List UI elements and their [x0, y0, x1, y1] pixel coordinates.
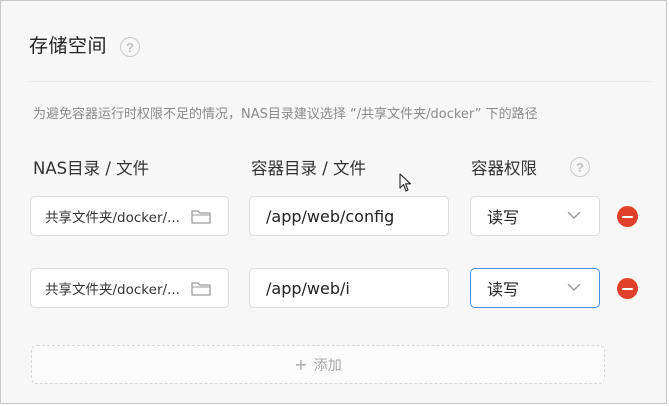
- column-header-nas: NAS目录 / 文件: [33, 159, 150, 178]
- add-label: 添加: [313, 357, 342, 374]
- section-title: 存储空间: [29, 35, 108, 57]
- nas-path-value: 共享文件夹/docker/...: [45, 210, 180, 226]
- permission-value: 读写: [487, 208, 520, 227]
- container-path-value: /app/web/config: [266, 206, 395, 226]
- mouse-pointer-icon: [399, 173, 412, 192]
- remove-row-button[interactable]: [617, 278, 638, 299]
- nas-path-value: 共享文件夹/docker/...: [45, 282, 180, 298]
- column-header-container: 容器目录 / 文件: [251, 159, 367, 178]
- hint-text: 为避免容器运行时权限不足的情况，NAS目录建议选择 “/共享文件夹/docker…: [33, 107, 538, 122]
- folder-icon[interactable]: [191, 209, 211, 224]
- chevron-down-icon: [567, 283, 581, 291]
- nas-path-field[interactable]: 共享文件夹/docker/...: [30, 268, 229, 308]
- question-circle-icon[interactable]: ?: [120, 37, 140, 57]
- divider: [29, 81, 651, 82]
- container-path-input[interactable]: /app/web/config: [249, 196, 449, 236]
- plus-icon: +: [294, 355, 308, 374]
- permission-select[interactable]: 读写: [470, 268, 600, 308]
- folder-icon[interactable]: [191, 281, 211, 296]
- nas-path-field[interactable]: 共享文件夹/docker/...: [30, 196, 229, 236]
- add-mapping-button[interactable]: + 添加: [31, 345, 605, 384]
- minus-circle-icon: [622, 215, 633, 218]
- column-header-permission: 容器权限: [471, 159, 537, 178]
- storage-panel: 存储空间 ? 为避免容器运行时权限不足的情况，NAS目录建议选择 “/共享文件夹…: [0, 0, 667, 404]
- permission-select[interactable]: 读写: [470, 196, 600, 236]
- container-path-value: /app/web/i: [266, 278, 350, 298]
- remove-row-button[interactable]: [617, 206, 638, 227]
- chevron-down-icon: [567, 211, 581, 219]
- permission-value: 读写: [487, 280, 520, 299]
- minus-circle-icon: [622, 287, 633, 290]
- question-circle-icon[interactable]: ?: [570, 157, 590, 177]
- container-path-input[interactable]: /app/web/i: [249, 268, 449, 308]
